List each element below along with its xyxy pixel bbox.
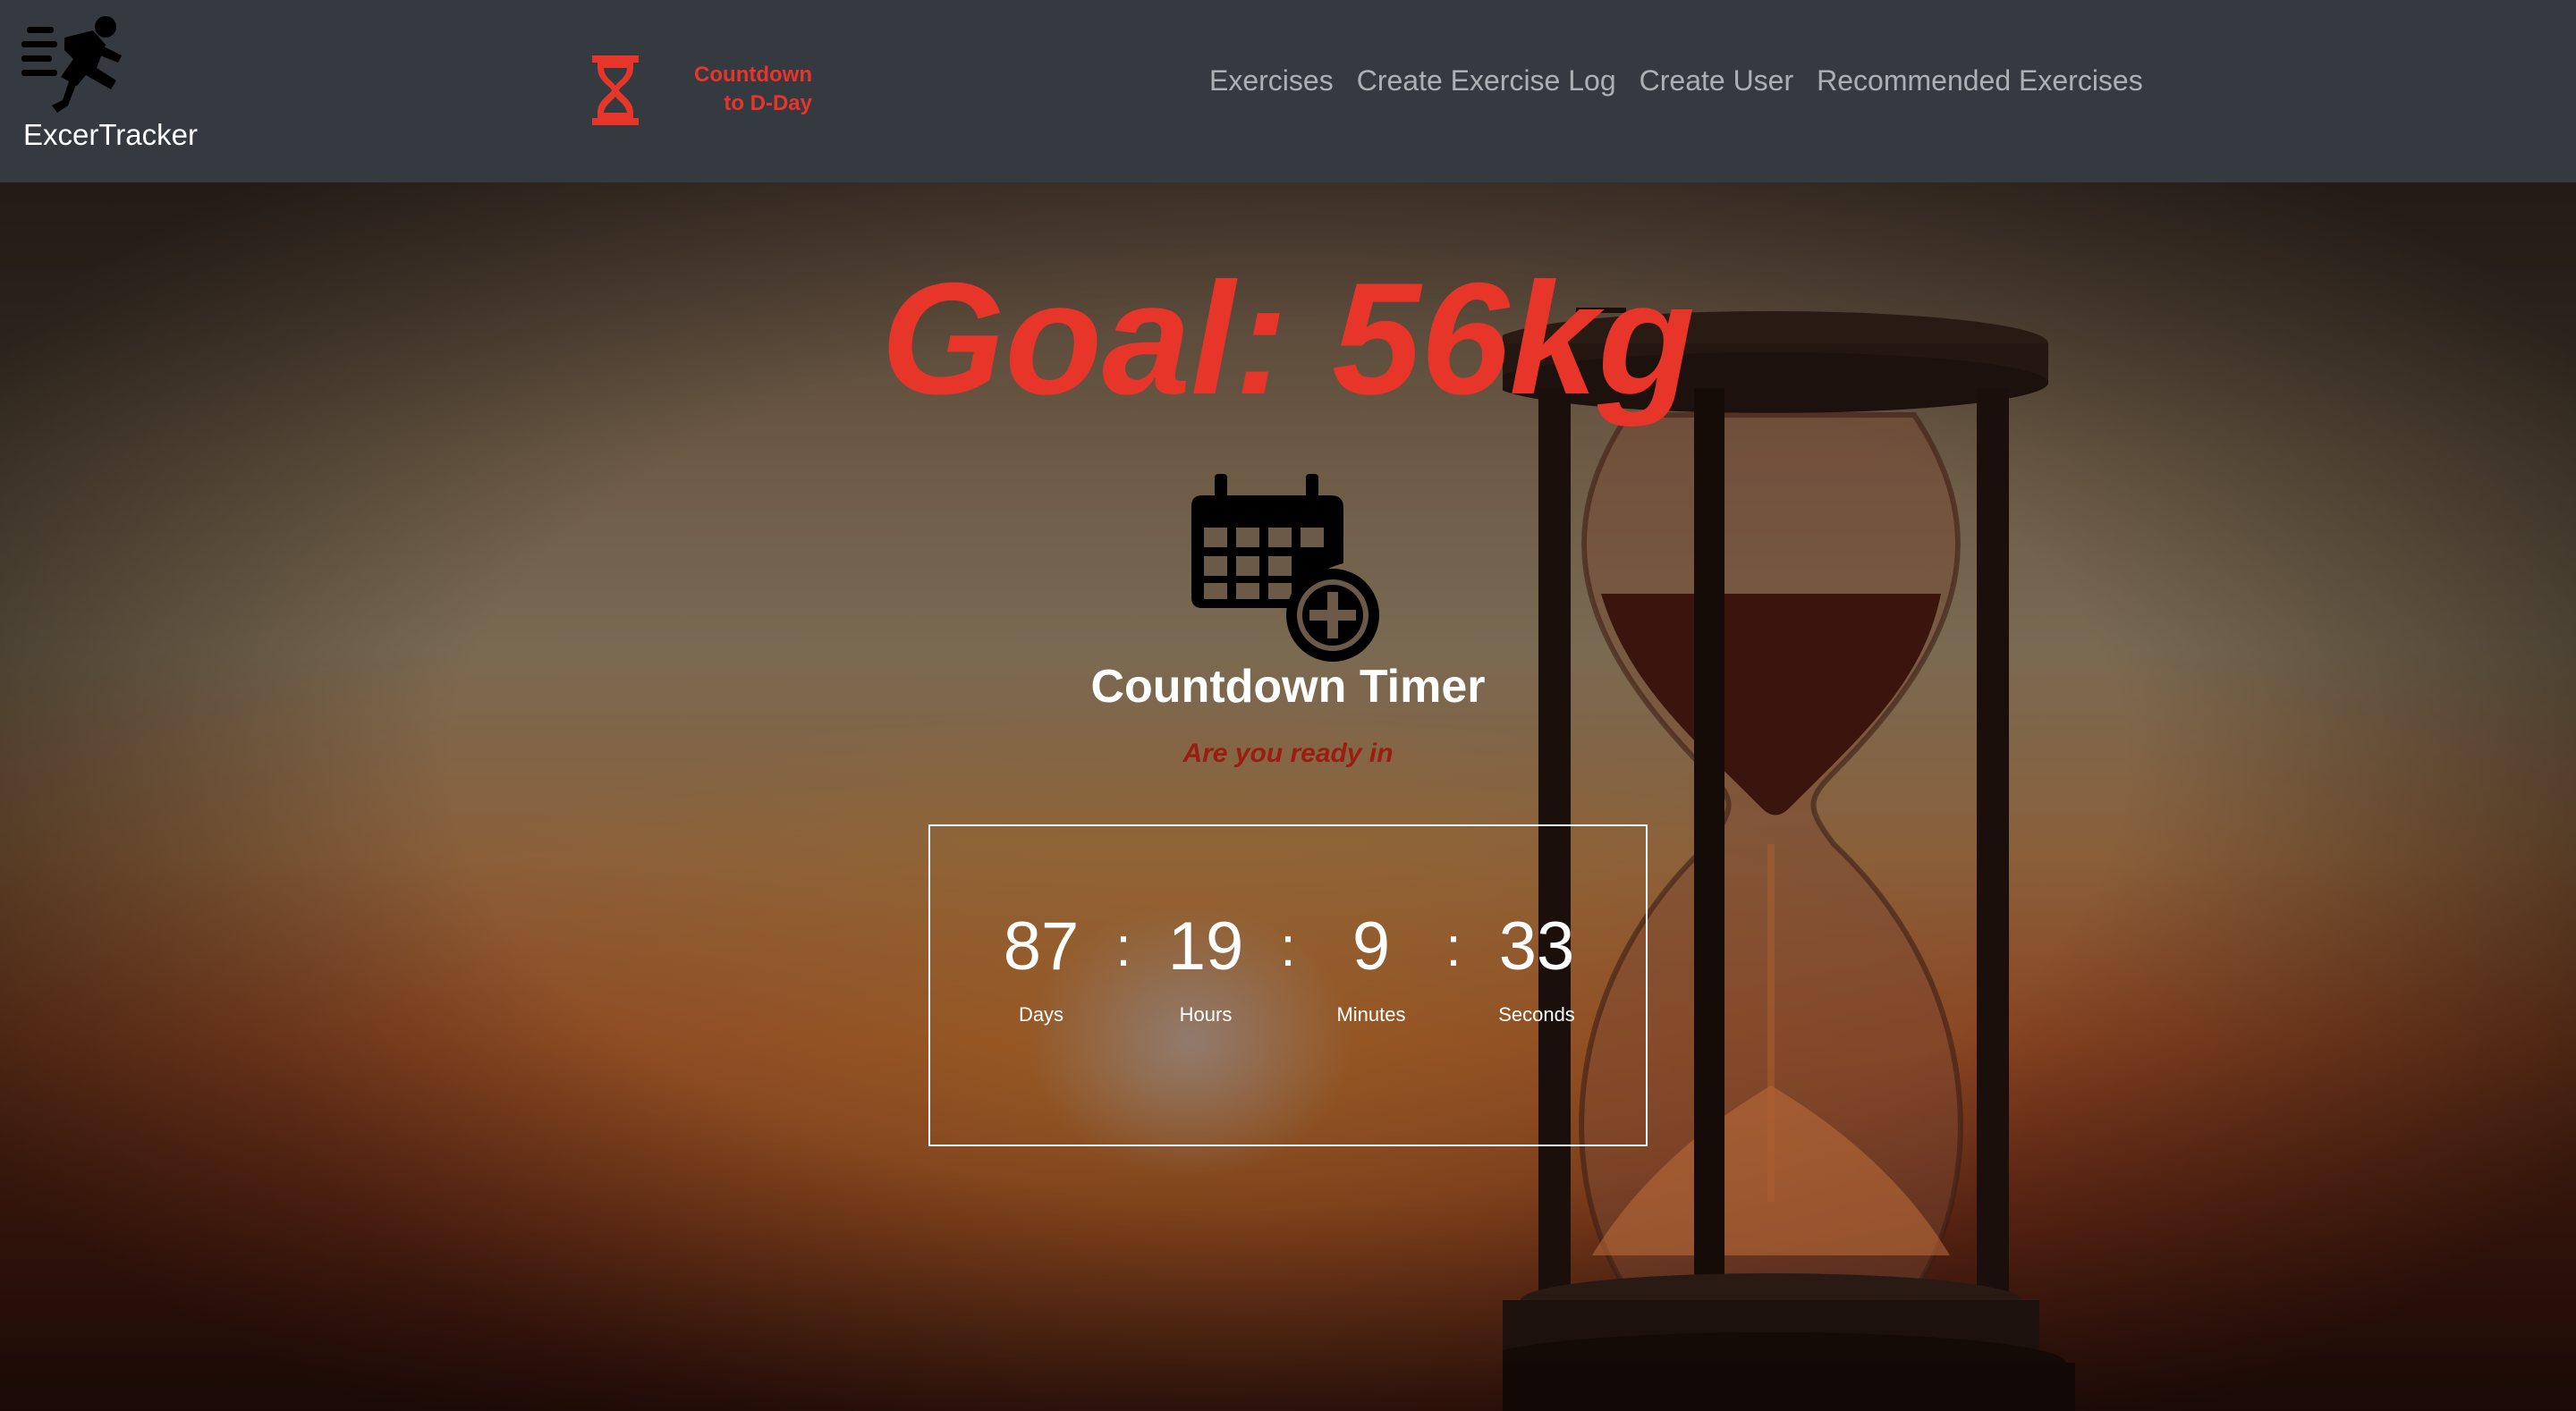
brand-link[interactable]: ExcerTracker [21, 14, 209, 157]
timer-hours: 19 Hours [1134, 907, 1277, 1027]
timer-seconds: 33 Seconds [1465, 907, 1608, 1027]
hero-section: Goal: 56kg Countdown Timer Are you ready… [0, 182, 2576, 1411]
timer-hours-label: Hours [1179, 1003, 1233, 1026]
countdown-subtitle: Are you ready in [1182, 739, 1394, 768]
timer-days: 87 Days [970, 907, 1113, 1027]
goal-heading: Goal: 56kg [880, 249, 1696, 427]
timer-days-label: Days [1018, 1003, 1064, 1026]
timer-minutes-label: Minutes [1336, 1003, 1406, 1026]
timer-days-value: 87 [1003, 908, 1080, 984]
nav-link-recommended-exercises[interactable]: Recommended Exercises [1817, 64, 2143, 97]
timer-seconds-label: Seconds [1498, 1003, 1575, 1026]
navbar: ExcerTracker Countdown to D-Day Exercise… [0, 0, 2576, 182]
countdown-timer-box: 87 Days : 19 Hours : 9 Minutes : 33 Seco… [928, 824, 1648, 1146]
timer-seconds-value: 33 [1498, 908, 1575, 984]
timer-minutes: 9 Minutes [1300, 907, 1443, 1027]
calendar-plus-icon [1191, 474, 1379, 662]
nav-link-exercises[interactable]: Exercises [1209, 64, 1334, 97]
running-person-icon [21, 16, 122, 113]
timer-hours-value: 19 [1167, 908, 1244, 984]
countdown-link[interactable]: Countdown to D-Day [589, 55, 812, 127]
hourglass-icon [592, 55, 639, 125]
countdown-link-label: Countdown to D-Day [694, 63, 812, 115]
nav-link-create-exercise-log[interactable]: Create Exercise Log [1357, 64, 1616, 97]
timer-minutes-value: 9 [1352, 908, 1391, 984]
brand-name: ExcerTracker [23, 118, 198, 151]
countdown-timer-heading: Countdown Timer [1090, 661, 1486, 713]
nav-link-create-user[interactable]: Create User [1640, 64, 1794, 97]
nav-links: Exercises Create Exercise Log Create Use… [1209, 64, 2143, 97]
